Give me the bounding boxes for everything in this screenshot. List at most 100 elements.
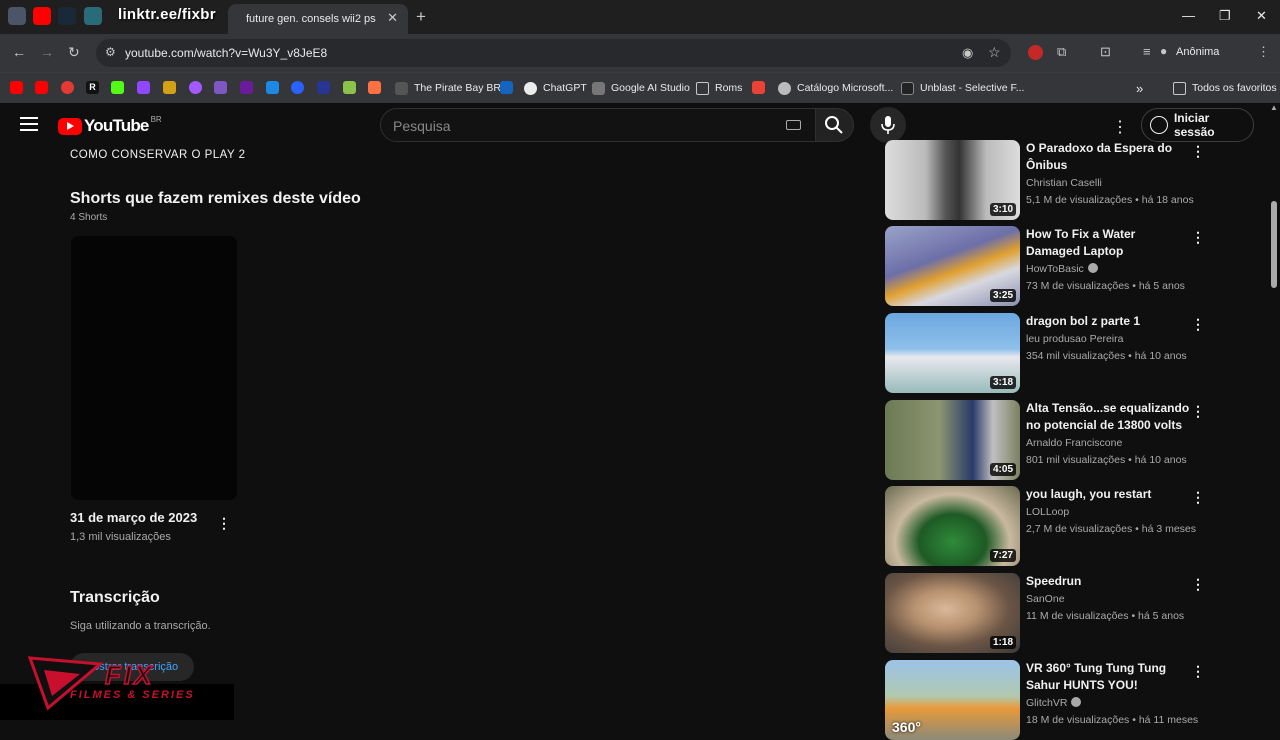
bookmark-unblast[interactable]: Unblast - Selective F... <box>901 80 1024 96</box>
channel-name[interactable]: leu produsao Pereira <box>1026 333 1123 345</box>
watermark-word: FIX <box>104 659 155 691</box>
bookmark-blue-icon[interactable] <box>500 81 513 94</box>
bookmark-green-icon[interactable] <box>343 81 356 94</box>
video-kebab-icon[interactable]: ⋮ <box>1191 316 1205 333</box>
video-kebab-icon[interactable]: ⋮ <box>1191 489 1205 506</box>
video-kebab-icon[interactable]: ⋮ <box>1191 663 1205 680</box>
video-title[interactable]: you laugh, you restart <box>1026 486 1191 503</box>
bookmarks-overflow-icon[interactable]: » <box>1136 80 1143 96</box>
maximize-icon[interactable]: ❐ <box>1219 8 1231 24</box>
tab-favicon[interactable] <box>8 7 26 25</box>
video-title[interactable]: VR 360° Tung Tung Tung Sahur HUNTS YOU! <box>1026 660 1191 694</box>
bookmark-roms[interactable]: Roms <box>696 80 742 96</box>
bookmark-cube-icon[interactable] <box>266 81 279 94</box>
bookmark-star-icon[interactable]: ☆ <box>988 44 1001 61</box>
search-button[interactable] <box>816 108 854 142</box>
video-thumbnail[interactable]: 3:18 <box>885 313 1020 393</box>
close-tab-icon[interactable]: ✕ <box>387 10 398 26</box>
video-item[interactable]: 7:27 you laugh, you restart LOLLoop 2,7 … <box>885 486 1205 566</box>
video-kebab-icon[interactable]: ⋮ <box>1191 403 1205 420</box>
tab-favicon-2[interactable] <box>84 7 102 25</box>
eye-icon[interactable]: ◉ <box>962 45 973 61</box>
channel-name[interactable]: Christian Caselli <box>1026 177 1102 189</box>
bookmark-twitch-icon[interactable] <box>137 81 150 94</box>
channel-name[interactable]: Arnaldo Franciscone <box>1026 437 1122 449</box>
video-kebab-icon[interactable]: ⋮ <box>1191 143 1205 160</box>
video-title[interactable]: Alta Tensão...se equalizando no potencia… <box>1026 400 1191 434</box>
sign-in-button[interactable]: Iniciar sessão <box>1141 108 1254 142</box>
screenshot-icon[interactable]: ⊡ <box>1100 44 1111 60</box>
channel-name[interactable]: HowToBasic <box>1026 263 1098 275</box>
bookmark-pirate-bay[interactable]: The Pirate Bay BR <box>395 80 501 96</box>
bookmark-blogger-icon[interactable] <box>368 81 381 94</box>
steam-tab-icon[interactable] <box>58 7 76 25</box>
video-meta: 11 M de visualizações • há 5 anos <box>1026 610 1185 622</box>
video-thumbnail[interactable]: 7:27 <box>885 486 1020 566</box>
video-thumbnail[interactable]: 3:25 <box>885 226 1020 306</box>
bookmark-ai-studio[interactable]: Google AI Studio <box>592 80 690 96</box>
site-info-icon[interactable]: ⚙ <box>105 45 116 59</box>
bookmark-label: Roms <box>715 82 743 94</box>
bookmark-youtube2-icon[interactable] <box>35 81 48 94</box>
video-item[interactable]: 3:25 How To Fix a Water Damaged Laptop H… <box>885 226 1205 306</box>
scroll-up-icon[interactable]: ▲ <box>1270 103 1278 112</box>
bookmark-r-icon[interactable]: R <box>86 81 99 94</box>
video-thumbnail[interactable]: 4:05 <box>885 400 1020 480</box>
video-item[interactable]: 1:18 Speedrun SanOne 11 M de visualizaçõ… <box>885 573 1205 653</box>
short-kebab-icon[interactable]: ⋮ <box>217 515 231 532</box>
extensions-icon[interactable]: ⧉ <box>1057 44 1066 60</box>
bookmark-all-favorites[interactable]: Todos os favoritos <box>1173 80 1277 96</box>
new-tab-icon[interactable]: + <box>416 7 426 27</box>
bookmark-search-icon[interactable] <box>291 81 304 94</box>
page-scrollbar[interactable]: ▲ <box>1268 103 1280 720</box>
channel-name[interactable]: LOLLoop <box>1026 506 1069 518</box>
bookmark-r2-icon[interactable] <box>163 81 176 94</box>
bookmark-catalogo[interactable]: Catálogo Microsoft... <box>778 80 893 96</box>
bookmark-youtube-icon[interactable] <box>10 81 23 94</box>
window-close-icon[interactable]: ✕ <box>1256 8 1267 24</box>
adblock-icon[interactable] <box>1028 45 1043 60</box>
bookmark-dark-icon[interactable] <box>317 81 330 94</box>
bookmark-ok-icon[interactable] <box>240 81 253 94</box>
address-bar[interactable]: ⚙ youtube.com/watch?v=Wu3Y_v8JeE8 ◉ ☆ <box>96 39 1011 67</box>
browser-menu-icon[interactable]: ⋮ <box>1257 44 1270 60</box>
settings-kebab-icon[interactable]: ⋮ <box>1112 117 1128 137</box>
video-kebab-icon[interactable]: ⋮ <box>1191 229 1205 246</box>
scrollbar-thumb[interactable] <box>1271 201 1277 288</box>
bookmark-kick-icon[interactable] <box>111 81 124 94</box>
short-thumbnail[interactable] <box>70 235 238 501</box>
video-thumbnail[interactable]: 1:18 <box>885 573 1020 653</box>
active-tab[interactable]: future gen. consels wii2 ps4 xbox ✕ <box>228 4 408 34</box>
menu-icon[interactable] <box>20 117 38 131</box>
bookmark-gmail-icon[interactable] <box>752 81 765 94</box>
video-title[interactable]: O Paradoxo da Espera do Ônibus <box>1026 140 1191 174</box>
bookmark-chatgpt[interactable]: ChatGPT <box>524 80 587 96</box>
bookmark-play-icon[interactable] <box>189 81 202 94</box>
channel-name[interactable]: SanOne <box>1026 593 1065 605</box>
youtube-tab-icon[interactable] <box>33 7 51 25</box>
youtube-logo[interactable]: YouTube BR <box>58 115 162 136</box>
keyboard-icon[interactable] <box>786 120 801 130</box>
short-title[interactable]: 31 de março de 2023 <box>70 510 197 525</box>
reload-icon[interactable]: ↻ <box>68 44 80 61</box>
profile-label[interactable]: Anônima <box>1176 46 1219 58</box>
video-item[interactable]: 3:18 dragon bol z parte 1 leu produsao P… <box>885 313 1205 393</box>
video-item[interactable]: 360° VR 360° Tung Tung Tung Sahur HUNTS … <box>885 660 1205 740</box>
video-item[interactable]: 4:05 Alta Tensão...se equalizando no pot… <box>885 400 1205 480</box>
channel-name[interactable]: GlitchVR <box>1026 697 1082 709</box>
video-thumbnail[interactable]: 360° <box>885 660 1020 740</box>
video-title[interactable]: Speedrun <box>1026 573 1191 590</box>
video-item[interactable]: 3:10 O Paradoxo da Espera do Ônibus Chri… <box>885 140 1205 220</box>
search-input[interactable]: Pesquisa <box>380 108 816 142</box>
video-thumbnail[interactable]: 3:10 <box>885 140 1020 220</box>
video-title[interactable]: How To Fix a Water Damaged Laptop <box>1026 226 1191 260</box>
voice-search-button[interactable] <box>870 107 906 143</box>
forward-icon[interactable]: → <box>40 44 54 60</box>
bookmark-pinterest-icon[interactable] <box>61 81 74 94</box>
back-icon[interactable]: ← <box>12 44 26 60</box>
video-kebab-icon[interactable]: ⋮ <box>1191 576 1205 593</box>
media-control-icon[interactable]: ≡ <box>1143 44 1151 59</box>
minimize-icon[interactable]: — <box>1182 8 1195 23</box>
video-title[interactable]: dragon bol z parte 1 <box>1026 313 1191 330</box>
bookmark-video-icon[interactable] <box>214 81 227 94</box>
